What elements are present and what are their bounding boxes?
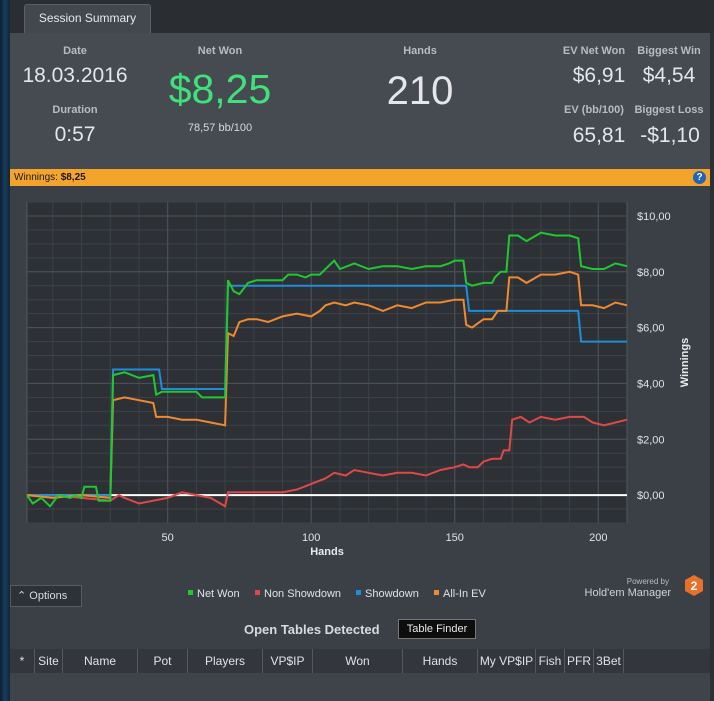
date-label: Date bbox=[63, 45, 87, 57]
winnings-chart-panel: 50 100 150 200 $0,00 $2,00 $4,00 $6,00 $8,00 $10,… bbox=[10, 186, 710, 610]
y-tick-label: $6,00 bbox=[637, 323, 665, 335]
legend-swatch bbox=[188, 590, 193, 595]
duration-label: Duration bbox=[52, 104, 98, 116]
net-won-label: Net Won bbox=[197, 45, 243, 57]
legend-label: Net Won bbox=[197, 588, 240, 600]
legend-label: All-In EV bbox=[443, 588, 486, 600]
hands-value: 210 bbox=[386, 69, 454, 113]
hands-label: Hands bbox=[403, 45, 437, 57]
open-tables-list bbox=[10, 673, 710, 701]
column-header-won[interactable]: Won bbox=[313, 649, 403, 673]
tab-bar: Session Summary bbox=[10, 0, 714, 33]
column-header-site[interactable]: Site bbox=[35, 649, 63, 673]
date-value: 18.03.2016 bbox=[22, 64, 128, 87]
biggest-win-value: $4,54 bbox=[642, 64, 696, 87]
winnings-value: $8,25 bbox=[60, 172, 86, 183]
table-finder-button[interactable]: Table Finder bbox=[398, 619, 476, 639]
column-header-hands[interactable]: Hands bbox=[403, 649, 478, 673]
plot-area bbox=[26, 201, 628, 524]
legend-label: Showdown bbox=[365, 588, 419, 600]
y-tick-label: $8,00 bbox=[637, 267, 665, 279]
x-tick-label: 150 bbox=[446, 532, 464, 544]
winnings-bar: Winnings: $8,25 ? bbox=[10, 169, 710, 186]
column-header-fish[interactable]: Fish bbox=[536, 649, 565, 673]
x-tick-label: 100 bbox=[302, 532, 320, 544]
holdem-manager-label: Hold'em Manager bbox=[585, 587, 672, 599]
column-header-vp-ip[interactable]: VP$IP bbox=[263, 649, 313, 673]
y-tick-label: $0,00 bbox=[637, 490, 665, 502]
biggest-win-label: Biggest Win bbox=[637, 45, 701, 57]
legend-swatch bbox=[255, 590, 260, 595]
column-header-star[interactable]: * bbox=[10, 649, 35, 673]
column-header-players[interactable]: Players bbox=[188, 649, 263, 673]
column-header-3bet[interactable]: 3Bet bbox=[594, 649, 624, 673]
y-tick-label: $10,00 bbox=[637, 211, 671, 223]
net-won-value: $8,25 bbox=[168, 66, 272, 112]
x-tick-label: 50 bbox=[162, 532, 174, 544]
legend-swatch bbox=[434, 590, 439, 595]
ev-bb-value: 65,81 bbox=[572, 124, 626, 147]
ev-net-won-label: EV Net Won bbox=[562, 45, 626, 57]
x-axis-label: Hands bbox=[310, 546, 344, 558]
session-summary-panel: Date 18.03.2016 Duration 0:57 Net Won $8… bbox=[10, 33, 710, 169]
duration-value: 0:57 bbox=[54, 123, 96, 146]
column-header-my-vp-ip[interactable]: My VP$IP bbox=[478, 649, 536, 673]
column-header-pfr[interactable]: PFR bbox=[565, 649, 594, 673]
y-tick-label: $2,00 bbox=[637, 434, 665, 446]
legend-label: Non Showdown bbox=[264, 588, 341, 600]
column-header-pot[interactable]: Pot bbox=[138, 649, 188, 673]
ev-net-won-value: $6,91 bbox=[572, 64, 626, 87]
y-tick-label: $4,00 bbox=[637, 378, 665, 390]
tab-session-summary[interactable]: Session Summary bbox=[24, 4, 151, 33]
column-header-name[interactable]: Name bbox=[63, 649, 138, 673]
table-header-row: * Site Name Pot Players VP$IP Won Hands My VP$IP… bbox=[10, 649, 710, 673]
biggest-loss-label: Biggest Loss bbox=[634, 104, 704, 116]
chevron-up-icon: ⌃ bbox=[17, 590, 27, 602]
winnings-chart: 50 100 150 200 $0,00 $2,00 $4,00 $6,00 $8,00 $10,… bbox=[26, 201, 703, 600]
window-edge bbox=[0, 0, 10, 701]
net-won-bb: 78,57 bb/100 bbox=[187, 122, 253, 134]
legend-swatch bbox=[356, 590, 361, 595]
ev-bb-label: EV (bb/100) bbox=[564, 104, 624, 116]
y-axis-label: Winnings bbox=[679, 338, 691, 387]
biggest-loss-value: -$1,10 bbox=[640, 124, 700, 147]
options-button[interactable]: ⌃ Options bbox=[10, 585, 82, 607]
options-label: Options bbox=[29, 590, 68, 602]
help-icon[interactable]: ? bbox=[693, 171, 706, 184]
powered-by-label: Powered by bbox=[627, 577, 669, 586]
open-tables-title: Open Tables Detected bbox=[244, 622, 380, 637]
hm2-logo-badge: 2 bbox=[691, 579, 698, 593]
x-tick-label: 200 bbox=[589, 532, 607, 544]
winnings-label: Winnings: bbox=[14, 172, 58, 183]
open-tables-panel: Open Tables Detected Table Finder * Site N… bbox=[10, 610, 710, 701]
